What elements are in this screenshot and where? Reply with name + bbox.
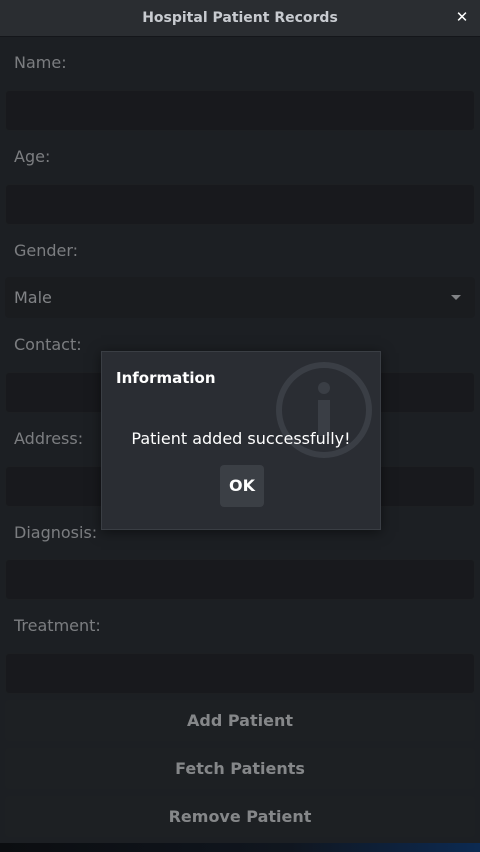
name-field[interactable] bbox=[5, 90, 475, 131]
gender-label: Gender: bbox=[14, 241, 79, 260]
age-label: Age: bbox=[14, 147, 51, 166]
dialog-message: Patient added successfully! bbox=[131, 429, 351, 448]
remove-patient-button[interactable]: Remove Patient bbox=[5, 796, 475, 837]
gender-value: Male bbox=[14, 288, 52, 307]
age-field[interactable] bbox=[5, 184, 475, 225]
dialog-title: Information bbox=[116, 369, 216, 387]
ok-button[interactable]: OK bbox=[220, 465, 264, 507]
diagnosis-label: Diagnosis: bbox=[14, 523, 98, 542]
name-label: Name: bbox=[14, 53, 67, 72]
address-label: Address: bbox=[14, 429, 84, 448]
diagnosis-field[interactable] bbox=[5, 559, 475, 600]
close-icon[interactable]: ✕ bbox=[454, 8, 470, 26]
chevron-down-icon bbox=[451, 295, 461, 300]
desktop-strip bbox=[0, 843, 480, 852]
treatment-label: Treatment: bbox=[14, 616, 101, 635]
window-title: Hospital Patient Records bbox=[142, 10, 338, 26]
contact-label: Contact: bbox=[14, 335, 82, 354]
fetch-patients-button[interactable]: Fetch Patients bbox=[5, 748, 475, 789]
gender-select[interactable]: Male bbox=[5, 277, 475, 318]
information-dialog: Information Patient added successfully! … bbox=[101, 351, 381, 530]
add-patient-button[interactable]: Add Patient bbox=[5, 700, 475, 741]
treatment-field[interactable] bbox=[5, 653, 475, 694]
title-bar: Hospital Patient Records ✕ bbox=[0, 0, 480, 37]
